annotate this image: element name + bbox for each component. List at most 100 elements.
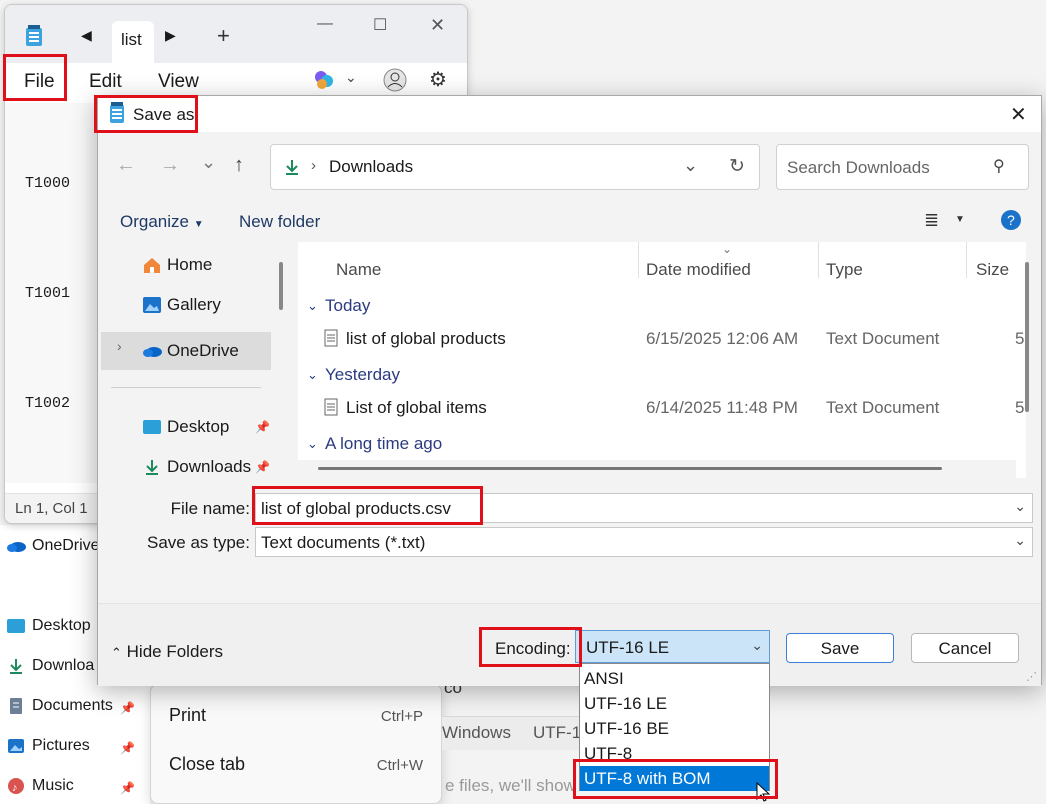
breadcrumb-downloads[interactable]: Downloads <box>329 157 413 177</box>
column-separator[interactable] <box>638 242 639 278</box>
horizontal-scrollbar[interactable] <box>318 467 942 470</box>
column-separator[interactable] <box>966 242 967 278</box>
notepad-tab[interactable]: list <box>112 21 154 63</box>
copilot-icon[interactable] <box>313 69 335 96</box>
close-icon[interactable]: ✕ <box>1010 102 1027 127</box>
caret-down-icon[interactable]: ▼ <box>955 214 965 225</box>
svg-text:?: ? <box>1007 212 1015 228</box>
encoding-option-utf16be[interactable]: UTF-16 BE <box>580 716 769 741</box>
save-as-dialog: Save as ✕ ← → ⌄ ↑ › Downloads ⌄ ↻ Search… <box>97 95 1042 686</box>
recent-locations-chevron-icon[interactable]: ⌄ <box>201 152 216 173</box>
group-collapse-chevron-icon[interactable]: ⌄ <box>307 436 318 452</box>
nav-item-gallery[interactable]: Gallery <box>141 292 221 318</box>
nav-item-label: OneDrive <box>167 341 239 360</box>
explorer-item-onedrive[interactable]: OneDrive <box>6 533 100 559</box>
nav-item-desktop[interactable]: Desktop <box>141 414 229 440</box>
tab-scroll-right-icon[interactable]: ▶ <box>165 27 176 44</box>
file-list: Name ⌄ Date modified Type Size ⌄ Today l… <box>298 242 1029 478</box>
explorer-item-documents[interactable]: Documents <box>6 693 113 719</box>
menu-item-close-tab[interactable]: Close tab <box>169 754 245 775</box>
resize-grip-icon[interactable]: ⋰ <box>1026 670 1037 683</box>
refresh-icon[interactable]: ↻ <box>729 155 745 178</box>
column-header-type[interactable]: Type <box>826 260 863 280</box>
save-as-type-value: Text documents (*.txt) <box>261 533 426 552</box>
column-header-size[interactable]: Size <box>976 260 1009 280</box>
group-header-long-ago[interactable]: A long time ago <box>325 434 442 454</box>
close-window-icon[interactable]: ✕ <box>430 15 445 36</box>
address-bar[interactable]: › Downloads ⌄ ↻ <box>270 144 760 190</box>
tab-scroll-left-icon[interactable]: ◀ <box>81 27 92 44</box>
column-separator[interactable] <box>818 242 819 278</box>
explorer-item-label: Pictures <box>32 737 90 754</box>
explorer-item-label: Documents <box>32 697 113 714</box>
encoding-value: UTF-16 LE <box>586 638 670 657</box>
menu-view[interactable]: View <box>158 71 199 93</box>
chevron-down-icon[interactable]: ⌄ <box>1014 532 1026 549</box>
organize-button[interactable]: Organize ▼ <box>120 212 204 232</box>
download-arrow-icon <box>283 158 301 181</box>
account-avatar-icon[interactable] <box>383 68 407 97</box>
caret-down-icon: ▼ <box>193 219 204 230</box>
file-row[interactable]: list of global products 6/15/2025 12:06 … <box>298 324 1024 354</box>
encoding-option-utf8-bom[interactable]: UTF-8 with BOM <box>580 766 769 791</box>
expand-chevron-icon[interactable]: › <box>117 338 122 354</box>
forward-arrow-icon[interactable]: → <box>160 154 180 177</box>
notepad-titlebar <box>5 5 467 63</box>
group-collapse-chevron-icon[interactable]: ⌄ <box>307 298 318 314</box>
nav-scrollbar[interactable] <box>279 262 283 310</box>
minimize-icon[interactable]: — <box>317 15 333 33</box>
file-name-input[interactable]: list of global products.csv ⌄ <box>255 493 1033 523</box>
menu-item-print[interactable]: Print <box>169 705 206 726</box>
back-arrow-icon[interactable]: ← <box>116 154 136 177</box>
menu-file[interactable]: File <box>24 71 55 93</box>
encoding-option-utf8[interactable]: UTF-8 <box>580 741 769 766</box>
notepad-app-icon <box>109 102 125 129</box>
chevron-down-icon[interactable]: ⌄ <box>1014 498 1026 515</box>
file-type: Text Document <box>826 329 940 348</box>
explorer-item-music[interactable]: ♪ Music <box>6 773 74 799</box>
nav-item-downloads[interactable]: Downloads <box>141 454 251 480</box>
dialog-navigation-pane: Home Gallery › OneDrive Desktop 📌 Downlo… <box>101 242 273 482</box>
explorer-item-desktop[interactable]: Desktop <box>6 613 91 639</box>
nav-item-label: Gallery <box>167 295 221 314</box>
address-history-chevron-icon[interactable]: ⌄ <box>683 155 698 176</box>
gallery-icon <box>141 295 163 315</box>
chevron-up-icon: ⌃ <box>111 645 122 660</box>
group-header-today[interactable]: Today <box>325 296 370 316</box>
help-icon[interactable]: ? <box>1001 210 1021 235</box>
save-button[interactable]: Save <box>786 633 894 663</box>
menu-edit[interactable]: Edit <box>89 71 122 93</box>
new-tab-plus-icon[interactable]: + <box>217 23 230 49</box>
file-row[interactable]: List of global items 6/14/2025 11:48 PM … <box>298 393 1024 423</box>
up-arrow-icon[interactable]: ↑ <box>234 154 244 177</box>
search-input[interactable]: Search Downloads ⚲ <box>776 144 1029 190</box>
pin-icon: 📌 <box>120 781 135 795</box>
tab-label: list <box>121 30 142 49</box>
encoding-option-ansi[interactable]: ANSI <box>580 666 769 691</box>
cancel-button[interactable]: Cancel <box>911 633 1019 663</box>
explorer-item-downloads[interactable]: Downloa <box>6 653 94 679</box>
hide-folders-button[interactable]: ⌃ Hide Folders <box>111 642 223 662</box>
group-collapse-chevron-icon[interactable]: ⌄ <box>307 367 318 383</box>
file-date: 6/14/2025 11:48 PM <box>646 398 798 417</box>
chevron-down-icon[interactable]: ⌄ <box>345 69 357 86</box>
view-options-icon[interactable]: ≣ <box>924 210 939 231</box>
new-folder-button[interactable]: New folder <box>239 212 320 232</box>
cloud-icon <box>141 341 163 361</box>
nav-item-home[interactable]: Home <box>141 252 212 278</box>
explorer-item-pictures[interactable]: Pictures <box>6 733 90 759</box>
encoding-option-utf16le[interactable]: UTF-16 LE <box>580 691 769 716</box>
column-header-name[interactable]: Name <box>336 260 381 280</box>
organize-label: Organize <box>120 212 189 231</box>
gear-icon[interactable]: ⚙ <box>429 67 447 92</box>
maximize-icon[interactable]: ☐ <box>373 15 387 35</box>
vertical-scrollbar[interactable] <box>1025 262 1029 412</box>
notepad-app-icon <box>25 25 43 52</box>
encoding-select[interactable]: UTF-16 LE ⌄ <box>575 630 770 663</box>
column-header-date[interactable]: Date modified <box>646 260 751 280</box>
shortcut-close-tab: Ctrl+W <box>376 757 423 774</box>
save-as-type-select[interactable]: Text documents (*.txt) ⌄ <box>255 527 1033 557</box>
text-line: T1000 <box>25 175 71 192</box>
group-header-yesterday[interactable]: Yesterday <box>325 365 400 385</box>
nav-item-onedrive[interactable]: OneDrive <box>141 338 239 364</box>
